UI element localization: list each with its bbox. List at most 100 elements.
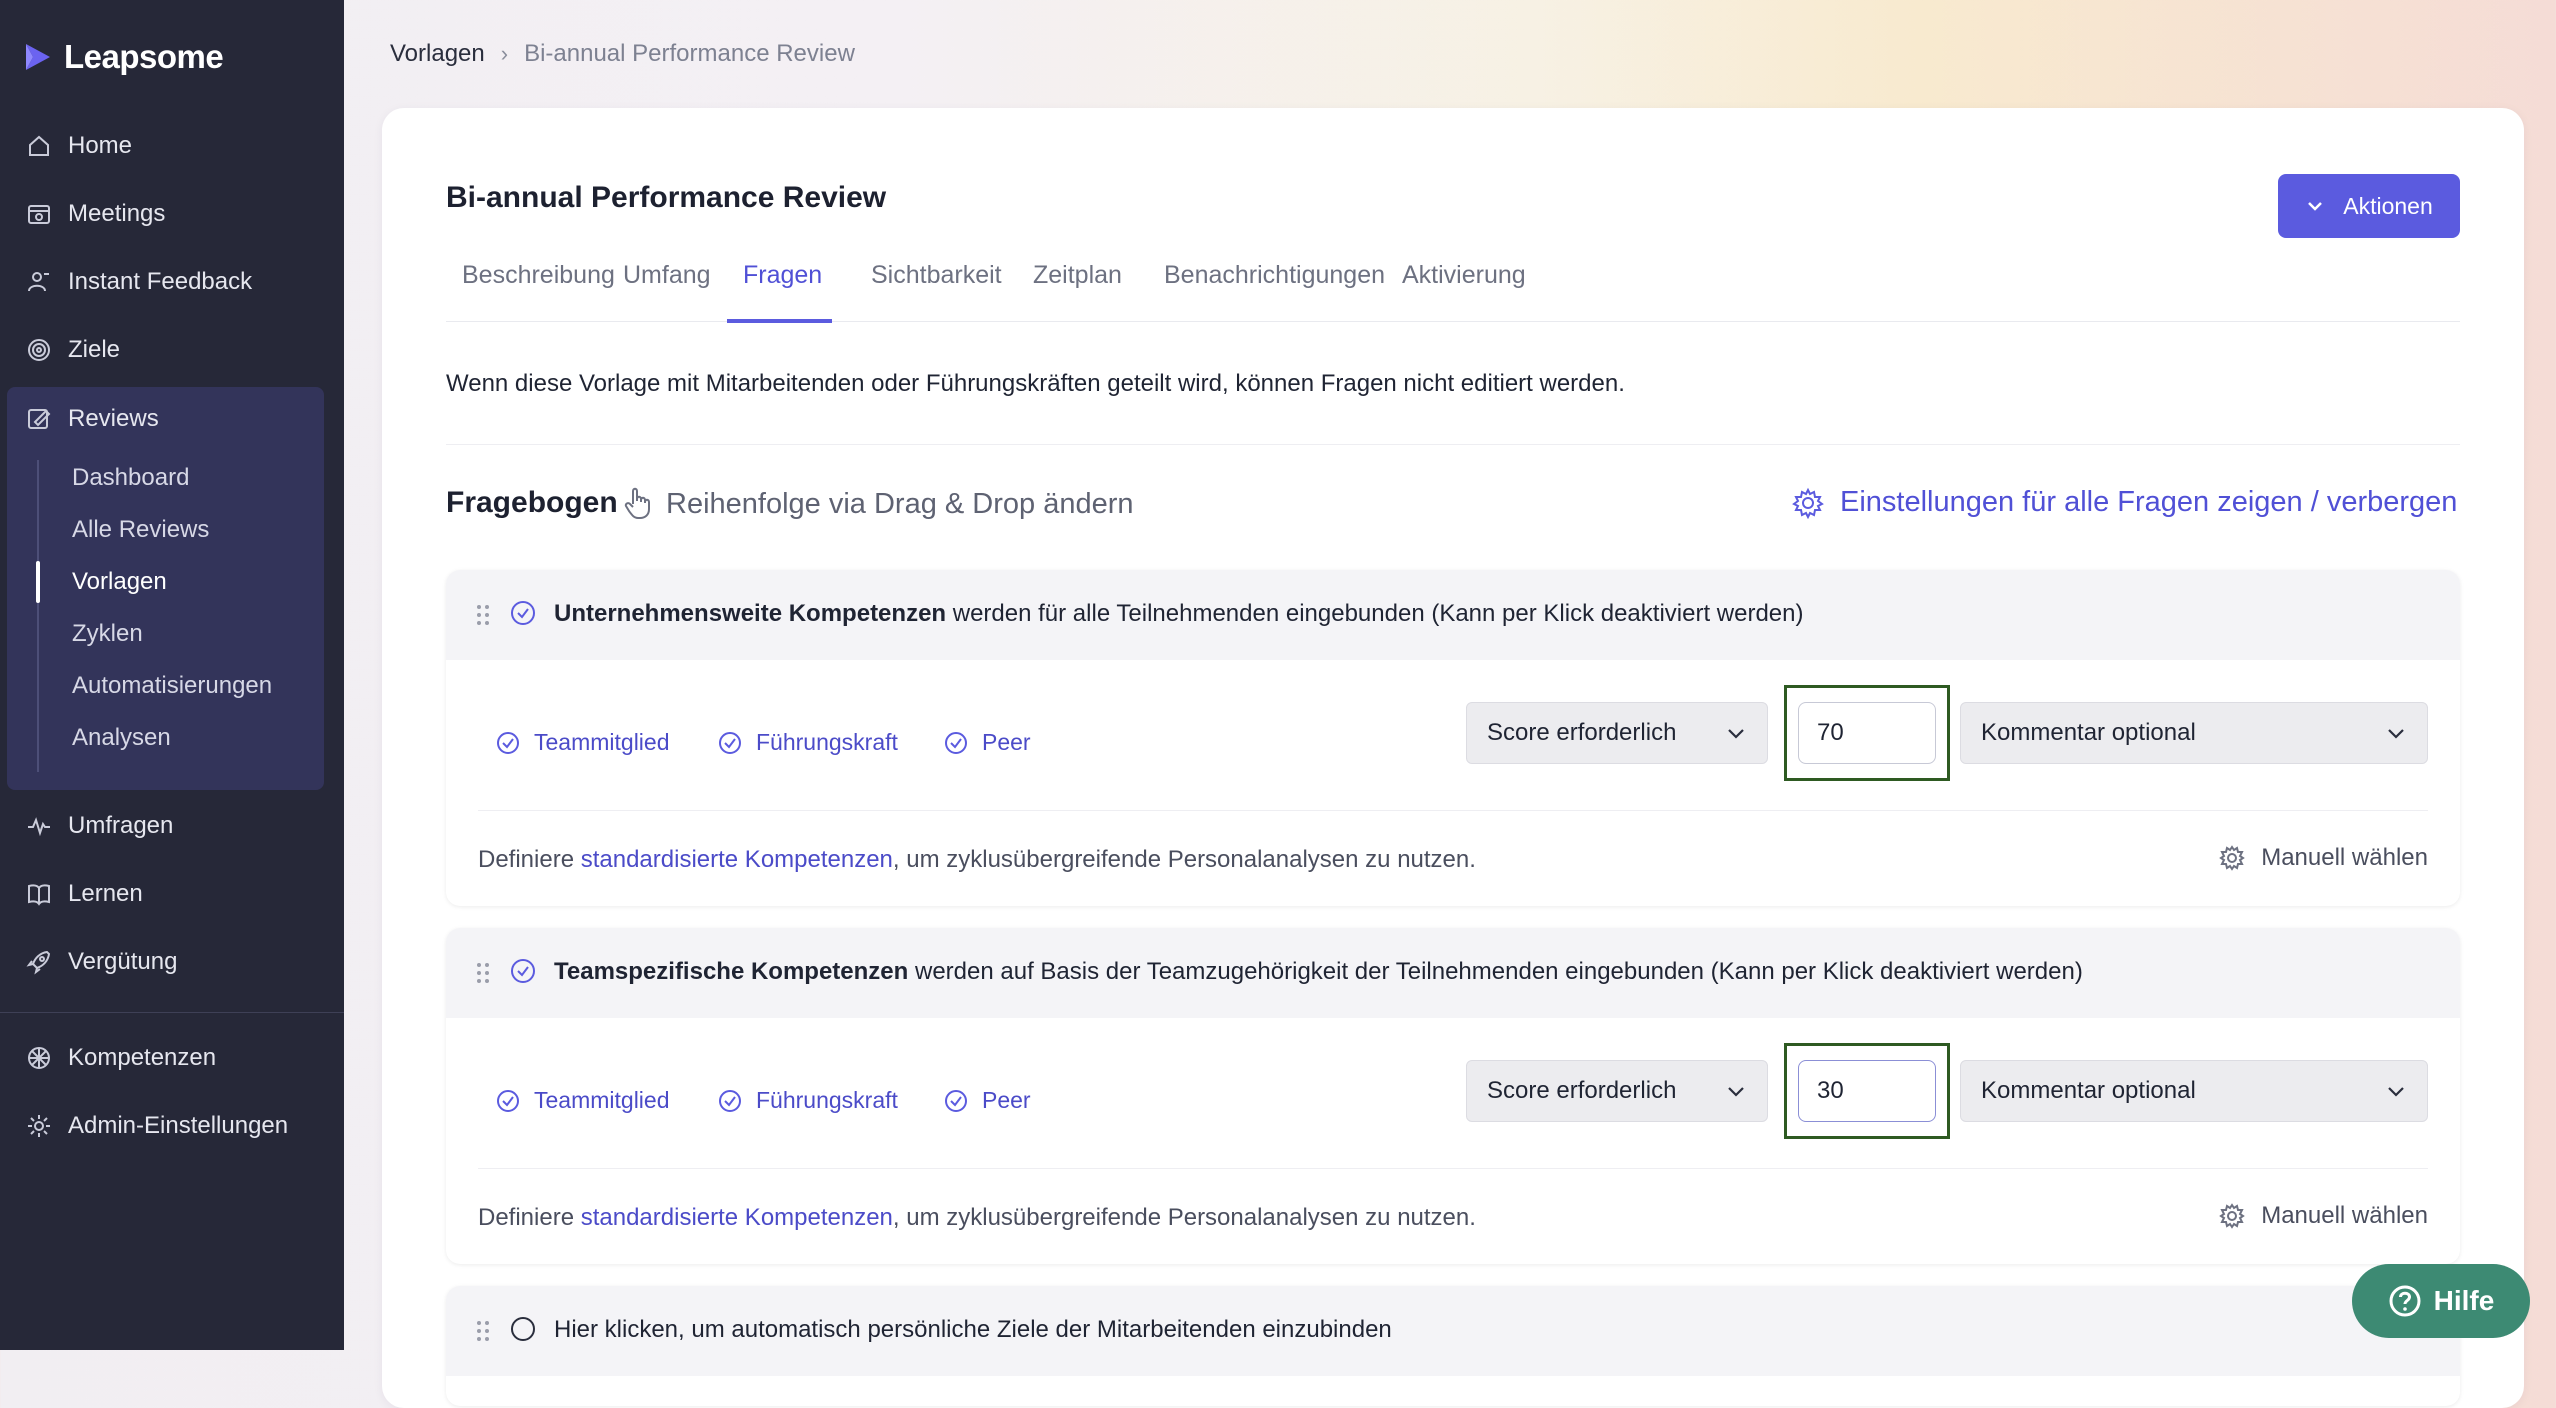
sidebar-item-verguetung[interactable]: Vergütung xyxy=(26,938,177,986)
section-divider xyxy=(446,444,2460,445)
sidebar-item-admin-einstellungen[interactable]: Admin-Einstellungen xyxy=(26,1102,288,1150)
role-label: Peer xyxy=(982,1087,1031,1113)
toggle-all-settings-link[interactable]: Einstellungen für alle Fragen zeigen / v… xyxy=(1792,486,2457,519)
sidebar-item-home[interactable]: Home xyxy=(26,122,132,170)
drag-handle-icon[interactable] xyxy=(476,962,490,989)
competencies-icon xyxy=(28,1047,50,1069)
block-header[interactable]: Hier klicken, um automatisch persönliche… xyxy=(446,1286,2460,1376)
breadcrumb-root-link[interactable]: Vorlagen xyxy=(390,40,485,68)
sidebar: Leapsome Home Meetings Instant Feedback … xyxy=(0,0,344,1350)
actions-button-label: Aktionen xyxy=(2343,192,2433,219)
page-title: Bi-annual Performance Review xyxy=(446,181,887,214)
subnav-item-alle-reviews[interactable]: Alle Reviews xyxy=(72,510,209,550)
role-tag-fuehrungskraft[interactable]: Führungskraft xyxy=(718,1087,898,1114)
sidebar-item-lernen[interactable]: Lernen xyxy=(26,870,143,918)
standard-competencies-link[interactable]: standardisierte Kompetenzen xyxy=(581,846,893,873)
role-label: Führungskraft xyxy=(756,729,898,755)
role-tag-peer[interactable]: Peer xyxy=(944,1087,1031,1114)
score-requirement-select[interactable]: Score erforderlich xyxy=(1466,1060,1768,1122)
subnav-item-analysen[interactable]: Analysen xyxy=(72,718,171,758)
help-button[interactable]: Hilfe xyxy=(2352,1264,2530,1338)
drag-drop-hint: Reihenfolge via Drag & Drop ändern xyxy=(666,488,1134,520)
sidebar-item-label: Vergütung xyxy=(68,948,178,975)
tab-umfang[interactable]: Umfang xyxy=(623,258,711,321)
sidebar-item-instant-feedback[interactable]: Instant Feedback xyxy=(26,258,252,306)
role-label: Teammitglied xyxy=(534,1087,670,1113)
define-suffix: , um zyklusübergreifende Personalanalyse… xyxy=(892,846,1476,873)
score-requirement-select[interactable]: Score erforderlich xyxy=(1466,702,1768,764)
block-header[interactable]: Teamspezifische Kompetenzen werden auf B… xyxy=(446,928,2460,1018)
subnav-item-automatisierungen[interactable]: Automatisierungen xyxy=(72,666,272,706)
main-card: Bi-annual Performance Review Aktionen Be… xyxy=(382,108,2524,1408)
block-title-rest: werden für alle Teilnehmenden eingebunde… xyxy=(946,600,1804,627)
sidebar-item-label: Meetings xyxy=(68,200,166,227)
question-circle-icon xyxy=(2389,1285,2421,1317)
check-circle-icon xyxy=(945,1089,967,1112)
manual-select-label: Manuell wählen xyxy=(2261,844,2428,871)
check-circle-icon xyxy=(497,1089,519,1112)
check-circle-icon[interactable] xyxy=(510,600,536,631)
role-tag-teammitglied[interactable]: Teammitglied xyxy=(496,1087,670,1114)
sidebar-item-meetings[interactable]: Meetings xyxy=(26,190,165,238)
home-icon xyxy=(29,135,49,156)
manual-select-button[interactable]: Manuell wählen xyxy=(2219,844,2428,872)
role-label: Führungskraft xyxy=(756,1087,898,1113)
block-title: Unternehmensweite Kompetenzen werden für… xyxy=(554,600,1804,628)
block-title-bold: Unternehmensweite Kompetenzen xyxy=(554,600,947,627)
edit-notice: Wenn diese Vorlage mit Mitarbeitenden od… xyxy=(446,370,1625,397)
tab-label: Fragen xyxy=(743,261,823,289)
block-header[interactable]: Unternehmensweite Kompetenzen werden für… xyxy=(446,570,2460,660)
role-tag-peer[interactable]: Peer xyxy=(944,729,1031,756)
role-tag-fuehrungskraft[interactable]: Führungskraft xyxy=(718,729,898,756)
define-competencies-text: Definiere standardisierte Kompetenzen, u… xyxy=(478,1204,1476,1232)
tab-zeitplan[interactable]: Zeitplan xyxy=(1033,258,1122,321)
sidebar-item-reviews[interactable]: Reviews xyxy=(26,395,159,443)
feedback-icon xyxy=(28,272,49,292)
chevron-down-icon xyxy=(1728,1087,1744,1097)
comment-requirement-select[interactable]: Kommentar optional xyxy=(1960,1060,2428,1122)
tab-sichtbarkeit[interactable]: Sichtbarkeit xyxy=(871,258,1002,321)
tab-benachrichtigungen[interactable]: Benachrichtigungen xyxy=(1164,258,1385,321)
sidebar-item-kompetenzen[interactable]: Kompetenzen xyxy=(26,1034,216,1082)
actions-button[interactable]: Aktionen xyxy=(2278,174,2460,238)
empty-circle-icon[interactable] xyxy=(510,1316,536,1347)
drag-handle-icon[interactable] xyxy=(476,604,490,631)
gear-icon xyxy=(2219,845,2246,871)
sidebar-item-ziele[interactable]: Ziele xyxy=(26,326,120,374)
hand-pointer-icon xyxy=(622,486,654,525)
sidebar-item-umfragen[interactable]: Umfragen xyxy=(26,802,173,850)
subnav-item-dashboard[interactable]: Dashboard xyxy=(72,458,189,498)
weight-input[interactable] xyxy=(1798,1060,1936,1122)
subnav-line xyxy=(37,460,39,772)
brand-name: Leapsome xyxy=(64,38,224,75)
define-prefix: Definiere xyxy=(478,846,581,873)
tab-beschreibung[interactable]: Beschreibung xyxy=(462,258,615,321)
subnav-item-zyklen[interactable]: Zyklen xyxy=(72,614,143,654)
company-competencies-block: Unternehmensweite Kompetenzen werden für… xyxy=(446,570,2460,906)
reviews-icon xyxy=(28,409,51,429)
drag-handle-icon[interactable] xyxy=(476,1320,490,1347)
sidebar-item-label: Kompetenzen xyxy=(68,1044,217,1071)
tab-fragen[interactable]: Fragen xyxy=(727,258,833,323)
subnav-item-vorlagen[interactable]: Vorlagen xyxy=(72,562,167,602)
target-icon xyxy=(28,339,50,361)
brand-logo[interactable]: Leapsome xyxy=(22,38,224,76)
comment-requirement-select[interactable]: Kommentar optional xyxy=(1960,702,2428,764)
role-label: Peer xyxy=(982,729,1031,755)
standard-competencies-link[interactable]: standardisierte Kompetenzen xyxy=(581,1204,893,1231)
breadcrumb: Vorlagen › Bi-annual Performance Review xyxy=(390,40,855,68)
pulse-icon xyxy=(28,817,50,837)
role-tag-teammitglied[interactable]: Teammitglied xyxy=(496,729,670,756)
active-tab-indicator xyxy=(727,319,833,323)
manual-select-button[interactable]: Manuell wählen xyxy=(2219,1202,2428,1230)
meetings-icon xyxy=(28,205,50,224)
sidebar-item-label: Reviews xyxy=(68,405,159,432)
role-label: Teammitglied xyxy=(534,729,670,755)
check-circle-icon[interactable] xyxy=(510,958,536,989)
sidebar-item-label: Admin-Einstellungen xyxy=(68,1112,289,1139)
tab-aktivierung[interactable]: Aktivierung xyxy=(1402,258,1526,321)
block-title-bold: Teamspezifische Kompetenzen xyxy=(554,958,909,985)
weight-input[interactable] xyxy=(1798,702,1936,764)
personal-goals-block: Hier klicken, um automatisch persönliche… xyxy=(446,1286,2460,1406)
block-divider xyxy=(478,810,2428,811)
